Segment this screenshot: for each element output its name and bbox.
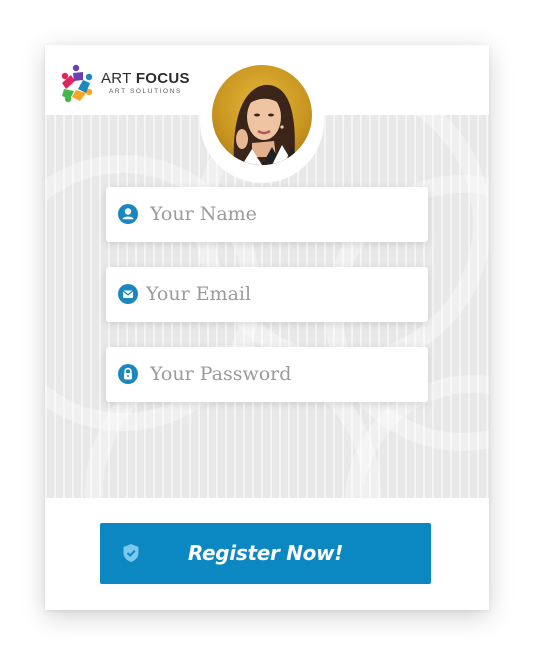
register-card: ART FOCUS ART SOLUTIONS [45, 45, 489, 610]
art-focus-logo [61, 64, 93, 103]
user-icon [118, 204, 138, 224]
name-field [106, 187, 428, 242]
email-input[interactable] [146, 281, 406, 307]
email-field [106, 267, 428, 322]
header: ART FOCUS ART SOLUTIONS [45, 45, 489, 183]
lock-icon [118, 364, 138, 384]
password-input[interactable] [150, 361, 410, 387]
register-button[interactable]: Register Now! [100, 523, 431, 584]
password-field [106, 347, 428, 402]
envelope-icon [118, 284, 138, 304]
register-button-label: Register Now! [187, 541, 344, 565]
name-input[interactable] [150, 201, 410, 227]
brand-tagline: ART SOLUTIONS [109, 88, 182, 95]
footer: Register Now! [45, 498, 489, 610]
avatar [212, 65, 312, 165]
avatar-frame [200, 59, 324, 183]
brand-name: ART FOCUS [101, 70, 190, 87]
